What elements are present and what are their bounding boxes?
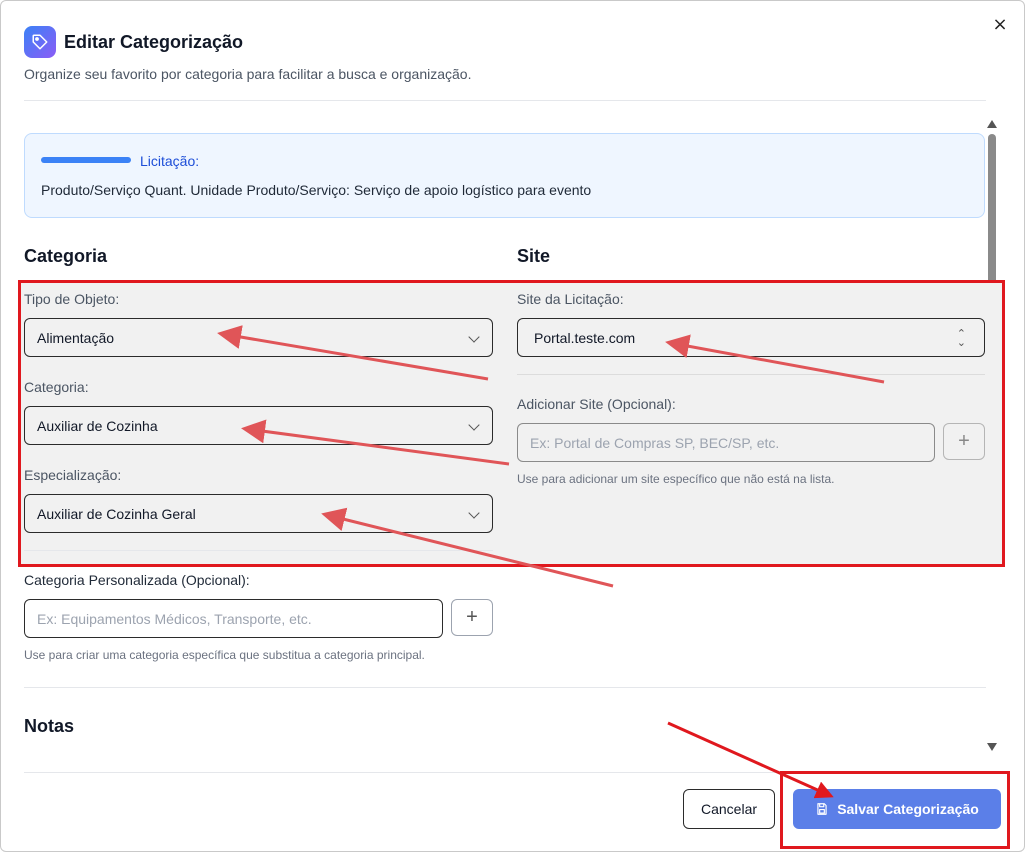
categoria-personalizada-input[interactable]: Ex: Equipamentos Médicos, Transporte, et… bbox=[24, 599, 443, 638]
categoria-personalizada-hint: Use para criar uma categoria específica … bbox=[24, 648, 425, 662]
tipo-objeto-label: Tipo de Objeto: bbox=[24, 291, 120, 307]
categoria-label: Categoria: bbox=[24, 379, 89, 395]
chevron-down-icon bbox=[468, 419, 480, 431]
categoria-value: Auxiliar de Cozinha bbox=[37, 417, 158, 434]
categoria-personalizada-placeholder: Ex: Equipamentos Médicos, Transporte, et… bbox=[37, 610, 312, 627]
tipo-objeto-value: Alimentação bbox=[37, 329, 115, 346]
categoria-select[interactable]: Auxiliar de Cozinha bbox=[24, 406, 493, 445]
adicionar-site-hint: Use para adicionar um site específico qu… bbox=[517, 472, 835, 486]
chevron-down-icon bbox=[468, 331, 480, 343]
chevron-up-down-icon: ⌃ ⌄ bbox=[956, 327, 966, 349]
close-icon[interactable]: × bbox=[991, 16, 1009, 34]
especializacao-label: Especialização: bbox=[24, 467, 122, 483]
info-label: Licitação: bbox=[140, 153, 200, 169]
save-button-label: Salvar Categorização bbox=[837, 801, 979, 817]
dialog-title: Editar Categorização bbox=[64, 32, 244, 52]
save-icon bbox=[815, 802, 829, 816]
tipo-objeto-select[interactable]: Alimentação bbox=[24, 318, 493, 357]
divider bbox=[517, 374, 985, 375]
save-categorization-button[interactable]: Salvar Categorização bbox=[793, 789, 1001, 829]
categoria-heading: Categoria bbox=[24, 246, 108, 266]
categoria-personalizada-label: Categoria Personalizada (Opcional): bbox=[24, 572, 250, 588]
dialog-subtitle: Organize seu favorito por categoria para… bbox=[24, 66, 472, 82]
site-licitacao-select[interactable]: Portal.teste.com ⌃ ⌄ bbox=[517, 318, 985, 357]
cancel-button[interactable]: Cancelar bbox=[683, 789, 775, 829]
add-site-button[interactable]: + bbox=[943, 423, 985, 460]
site-licitacao-value: Portal.teste.com bbox=[534, 329, 636, 346]
site-licitacao-label: Site da Licitação: bbox=[517, 291, 624, 307]
especializacao-select[interactable]: Auxiliar de Cozinha Geral bbox=[24, 494, 493, 533]
site-heading: Site bbox=[517, 246, 551, 266]
adicionar-site-label: Adicionar Site (Opcional): bbox=[517, 396, 676, 412]
scroll-down-arrow[interactable] bbox=[987, 743, 997, 751]
edit-categorization-dialog: × Editar Categorização Organize seu favo… bbox=[0, 0, 1025, 852]
divider bbox=[24, 100, 986, 101]
scroll-up-arrow[interactable] bbox=[987, 120, 997, 128]
adicionar-site-input[interactable]: Ex: Portal de Compras SP, BEC/SP, etc. bbox=[517, 423, 935, 462]
licitacao-info-box: Licitação: Produto/Serviço Quant. Unidad… bbox=[24, 133, 985, 218]
add-categoria-button[interactable]: + bbox=[451, 599, 493, 636]
info-accent-bar bbox=[41, 157, 131, 163]
divider bbox=[24, 687, 986, 688]
info-text: Produto/Serviço Quant. Unidade Produto/S… bbox=[41, 182, 592, 198]
especializacao-value: Auxiliar de Cozinha Geral bbox=[37, 505, 196, 522]
tag-icon bbox=[24, 26, 56, 58]
chevron-down-icon bbox=[468, 507, 480, 519]
divider bbox=[24, 550, 493, 551]
adicionar-site-placeholder: Ex: Portal de Compras SP, BEC/SP, etc. bbox=[530, 434, 780, 451]
notas-heading: Notas bbox=[24, 716, 75, 736]
